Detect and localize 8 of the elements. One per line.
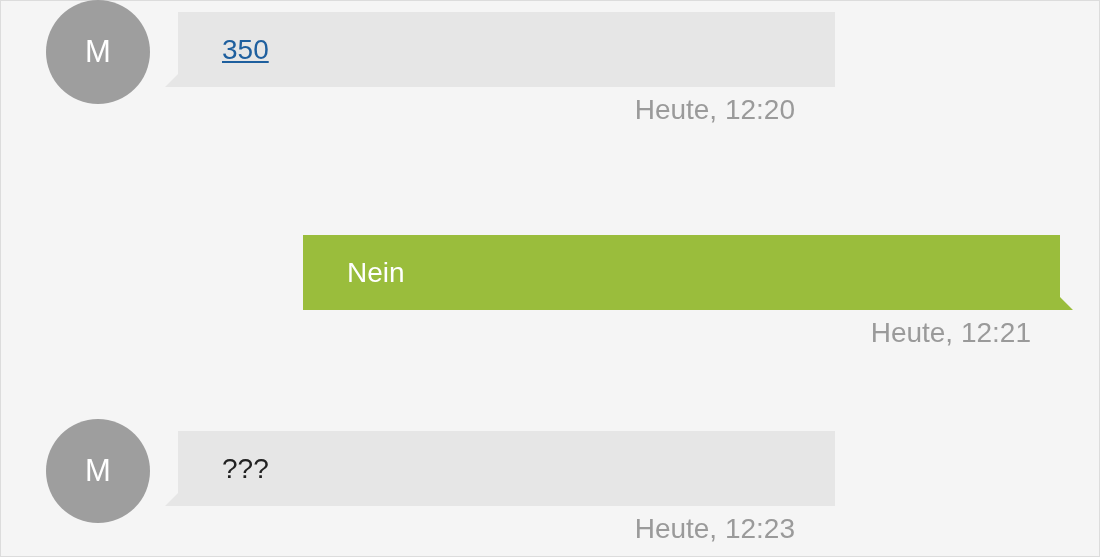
message-link[interactable]: 350 xyxy=(222,33,269,66)
message-text: ??? xyxy=(222,452,269,485)
message-time: Heute, 12:20 xyxy=(634,94,795,126)
message-time: Heute, 12:21 xyxy=(870,317,1031,349)
message-text: Nein xyxy=(347,256,405,289)
avatar: M xyxy=(46,419,150,523)
avatar: M xyxy=(46,0,150,104)
message-time: Heute, 12:23 xyxy=(634,513,795,545)
